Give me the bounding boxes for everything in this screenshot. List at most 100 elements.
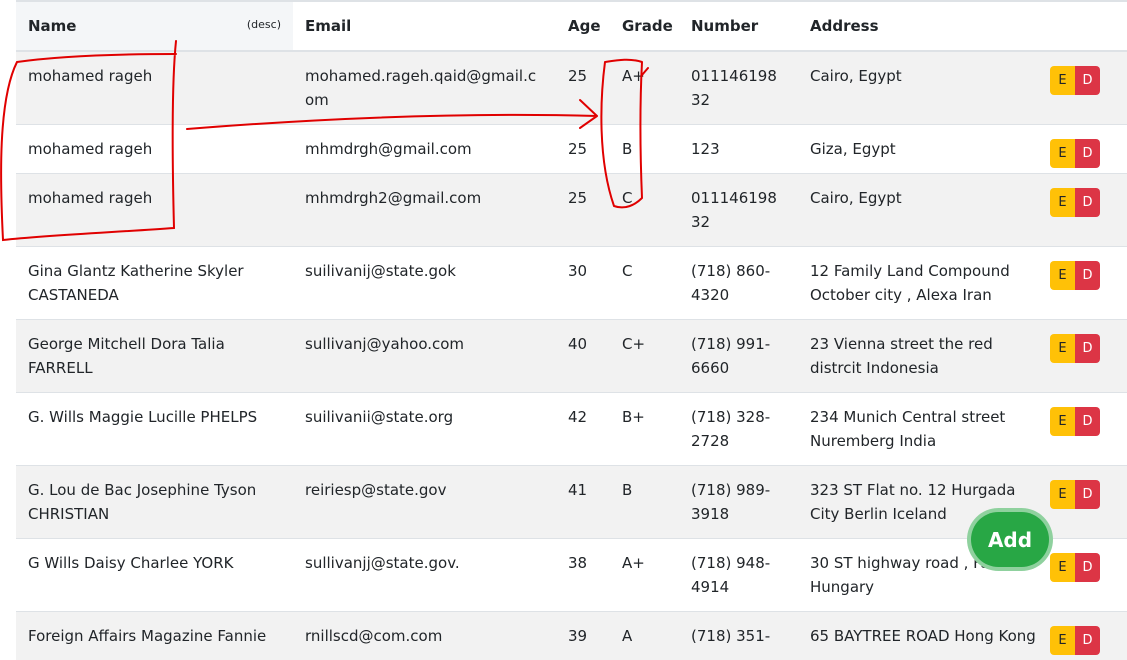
cell-name: George Mitchell Dora Talia FARRELL	[16, 320, 293, 393]
add-button[interactable]: Add	[971, 512, 1049, 567]
edit-button[interactable]: E	[1050, 553, 1075, 582]
cell-age: 25	[556, 174, 610, 247]
header-email[interactable]: Email	[293, 2, 556, 51]
edit-button[interactable]: E	[1050, 626, 1075, 655]
cell-address: 12 Family Land Compound October city , A…	[798, 247, 1050, 320]
delete-button[interactable]: D	[1075, 626, 1100, 655]
cell-actions: ED	[1050, 320, 1127, 393]
cell-age: 39	[556, 612, 610, 660]
cell-number: 01114619832	[679, 174, 798, 247]
cell-email: mhmdrgh2@gmail.com	[293, 174, 556, 247]
edit-button[interactable]: E	[1050, 334, 1075, 363]
header-number[interactable]: Number	[679, 2, 798, 51]
row-actions: ED	[1050, 139, 1127, 168]
cell-actions: ED	[1050, 51, 1127, 125]
row-actions: ED	[1050, 553, 1127, 582]
cell-name: Foreign Affairs Magazine Fannie	[16, 612, 293, 660]
edit-button[interactable]: E	[1050, 66, 1075, 95]
header-grade[interactable]: Grade	[610, 2, 679, 51]
sort-indicator: (desc)	[247, 18, 281, 31]
edit-button[interactable]: E	[1050, 407, 1075, 436]
table-row: mohamed rageh mohamed.rageh.qaid@gmail.c…	[16, 51, 1127, 125]
edit-button[interactable]: E	[1050, 139, 1075, 168]
delete-button[interactable]: D	[1075, 188, 1100, 217]
cell-email: mhmdrgh@gmail.com	[293, 125, 556, 174]
cell-address: 65 BAYTREE ROAD Hong Kong	[798, 612, 1050, 660]
cell-email: rnillscd@com.com	[293, 612, 556, 660]
cell-grade: A+	[610, 539, 679, 612]
delete-button[interactable]: D	[1075, 66, 1100, 95]
table-row: George Mitchell Dora Talia FARRELL sulli…	[16, 320, 1127, 393]
header-name[interactable]: Name (desc)	[16, 2, 293, 51]
edit-button[interactable]: E	[1050, 261, 1075, 290]
cell-address: Giza, Egypt	[798, 125, 1050, 174]
cell-grade: B	[610, 125, 679, 174]
table-row: Gina Glantz Katherine Skyler CASTANEDA s…	[16, 247, 1127, 320]
table-row: mohamed rageh mhmdrgh@gmail.com 25 B 123…	[16, 125, 1127, 174]
cell-age: 41	[556, 466, 610, 539]
cell-name: mohamed rageh	[16, 125, 293, 174]
row-actions: ED	[1050, 480, 1127, 509]
cell-grade: C+	[610, 320, 679, 393]
table-row: G. Lou de Bac Josephine Tyson CHRISTIAN …	[16, 466, 1127, 539]
cell-name: Gina Glantz Katherine Skyler CASTANEDA	[16, 247, 293, 320]
cell-name: G Wills Daisy Charlee YORK	[16, 539, 293, 612]
cell-age: 40	[556, 320, 610, 393]
cell-email: reiriesp@state.gov	[293, 466, 556, 539]
delete-button[interactable]: D	[1075, 553, 1100, 582]
cell-age: 42	[556, 393, 610, 466]
cell-actions: ED	[1050, 125, 1127, 174]
cell-email: suilivanii@state.org	[293, 393, 556, 466]
header-age[interactable]: Age	[556, 2, 610, 51]
row-actions: ED	[1050, 407, 1127, 436]
delete-button[interactable]: D	[1075, 261, 1100, 290]
cell-number: 123	[679, 125, 798, 174]
table-header-row: Name (desc) Email Age Grade Number Addre…	[16, 2, 1127, 51]
cell-age: 30	[556, 247, 610, 320]
cell-actions: ED	[1050, 539, 1127, 612]
edit-button[interactable]: E	[1050, 480, 1075, 509]
cell-number: (718) 328-2728	[679, 393, 798, 466]
delete-button[interactable]: D	[1075, 334, 1100, 363]
cell-email: sullivanj@yahoo.com	[293, 320, 556, 393]
cell-number: (718) 989-3918	[679, 466, 798, 539]
cell-grade: C	[610, 247, 679, 320]
header-actions	[1050, 2, 1127, 51]
header-name-label: Name	[28, 17, 76, 35]
cell-number: (718) 351-	[679, 612, 798, 660]
delete-button[interactable]: D	[1075, 407, 1100, 436]
cell-name: mohamed rageh	[16, 51, 293, 125]
table-row: mohamed rageh mhmdrgh2@gmail.com 25 C 01…	[16, 174, 1127, 247]
cell-age: 25	[556, 51, 610, 125]
cell-address: 23 Vienna street the red distrcit Indone…	[798, 320, 1050, 393]
cell-address: Cairo, Egypt	[798, 51, 1050, 125]
cell-actions: ED	[1050, 247, 1127, 320]
row-actions: ED	[1050, 66, 1127, 95]
cell-address: 234 Munich Central street Nuremberg Indi…	[798, 393, 1050, 466]
cell-grade: C	[610, 174, 679, 247]
cell-name: mohamed rageh	[16, 174, 293, 247]
cell-number: (718) 860-4320	[679, 247, 798, 320]
row-actions: ED	[1050, 334, 1127, 363]
header-address[interactable]: Address	[798, 2, 1050, 51]
row-actions: ED	[1050, 626, 1127, 655]
cell-actions: ED	[1050, 393, 1127, 466]
cell-address: Cairo, Egypt	[798, 174, 1050, 247]
cell-actions: ED	[1050, 174, 1127, 247]
row-actions: ED	[1050, 188, 1127, 217]
cell-name: G. Wills Maggie Lucille PHELPS	[16, 393, 293, 466]
cell-grade: A	[610, 612, 679, 660]
cell-grade: A+	[610, 51, 679, 125]
cell-actions: ED	[1050, 466, 1127, 539]
delete-button[interactable]: D	[1075, 139, 1100, 168]
students-table: Name (desc) Email Age Grade Number Addre…	[16, 2, 1127, 660]
cell-email: suilivanij@state.gok	[293, 247, 556, 320]
cell-age: 38	[556, 539, 610, 612]
table-row: G. Wills Maggie Lucille PHELPS suilivani…	[16, 393, 1127, 466]
cell-number: (718) 948-4914	[679, 539, 798, 612]
cell-age: 25	[556, 125, 610, 174]
students-table-container: Name (desc) Email Age Grade Number Addre…	[16, 0, 1127, 660]
delete-button[interactable]: D	[1075, 480, 1100, 509]
edit-button[interactable]: E	[1050, 188, 1075, 217]
cell-email: mohamed.rageh.qaid@gmail.com	[293, 51, 556, 125]
